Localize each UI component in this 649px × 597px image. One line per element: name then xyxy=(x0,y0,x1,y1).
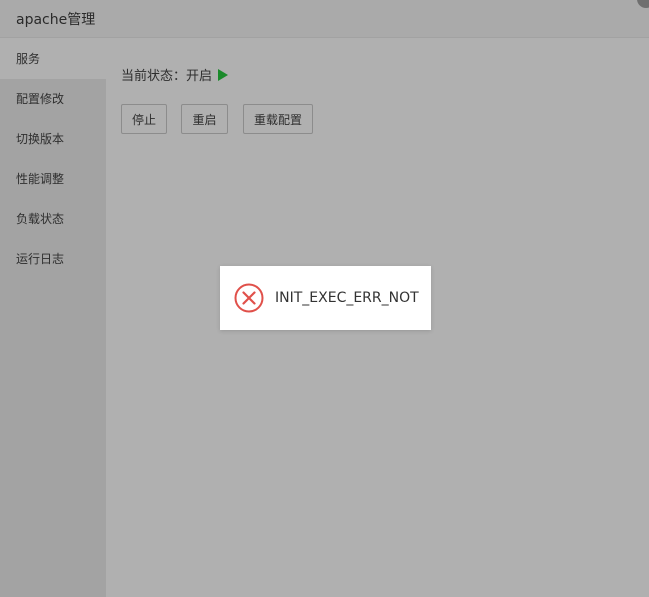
sidebar-item-config[interactable]: 配置修改 xyxy=(0,79,106,119)
restart-button[interactable]: 重启 xyxy=(181,104,228,134)
play-icon xyxy=(218,68,229,81)
status-line: 当前状态： 开启 xyxy=(121,65,229,84)
status-value: 开启 xyxy=(186,69,213,84)
apache-manager-window: apache管理 服务 配置修改 切换版本 性能调整 负载状态 运行日志 当前状… xyxy=(0,0,649,597)
sidebar: 服务 配置修改 切换版本 性能调整 负载状态 运行日志 xyxy=(0,39,106,597)
error-message-text: INIT_EXEC_ERR_NOT xyxy=(275,290,419,306)
stop-button[interactable]: 停止 xyxy=(121,104,167,134)
status-label: 当前状态： xyxy=(121,69,187,84)
error-message: INIT_EXEC_ERR_NOT xyxy=(220,266,431,330)
sidebar-item-performance[interactable]: 性能调整 xyxy=(0,159,106,199)
title-bar: apache管理 xyxy=(0,0,649,38)
close-icon[interactable] xyxy=(637,0,649,8)
sidebar-item-load-status[interactable]: 负载状态 xyxy=(0,199,106,239)
sidebar-item-logs[interactable]: 运行日志 xyxy=(0,239,106,279)
reload-config-button[interactable]: 重载配置 xyxy=(243,104,313,134)
error-circle-icon xyxy=(234,283,264,313)
sidebar-item-version[interactable]: 切换版本 xyxy=(0,119,106,159)
window-title: apache管理 xyxy=(16,12,96,28)
sidebar-item-service[interactable]: 服务 xyxy=(0,39,106,79)
